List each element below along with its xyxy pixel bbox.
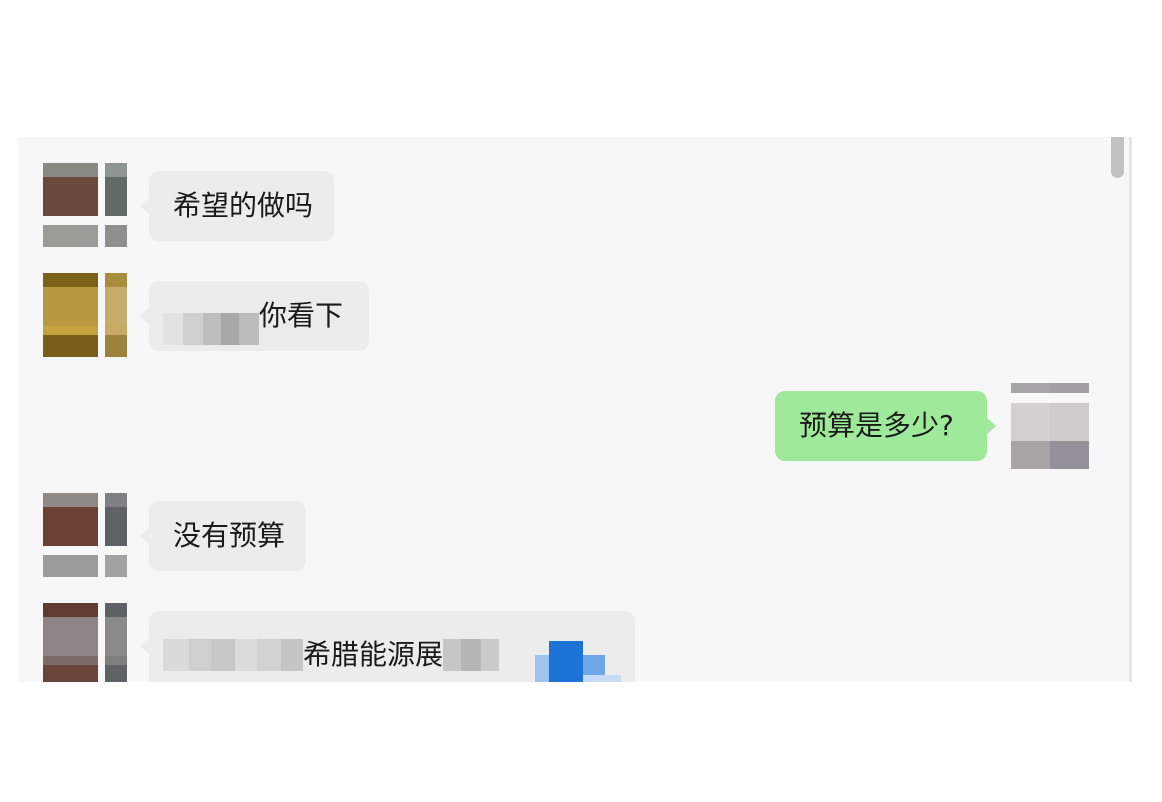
redacted-text bbox=[163, 639, 303, 671]
message-bubble[interactable]: 希望的做吗 bbox=[140, 171, 334, 241]
avatar[interactable] bbox=[43, 273, 127, 357]
redacted-text bbox=[443, 639, 500, 671]
avatar[interactable] bbox=[43, 493, 127, 577]
message-bubble[interactable]: 希腊能源展 bbox=[140, 611, 635, 682]
redacted-text bbox=[163, 301, 259, 345]
chat-panel[interactable]: 希望的做吗 你看下 预算是多少? 没有预算 希腊能源展 bbox=[18, 137, 1132, 682]
message-text: 希望的做吗 bbox=[173, 189, 314, 222]
message-text: 没有预算 bbox=[173, 519, 286, 552]
panel-border bbox=[1129, 137, 1132, 682]
message-bubble[interactable]: 没有预算 bbox=[140, 501, 306, 571]
image-thumbnail[interactable] bbox=[535, 641, 623, 682]
my-avatar[interactable] bbox=[1011, 383, 1089, 469]
message-text: 预算是多少? bbox=[799, 409, 954, 442]
message-text: 你看下 bbox=[259, 299, 344, 332]
message-bubble[interactable]: 你看下 bbox=[140, 281, 369, 351]
message-text: 希腊能源展 bbox=[303, 638, 444, 671]
avatar[interactable] bbox=[43, 603, 127, 682]
message-bubble[interactable]: 预算是多少? bbox=[775, 391, 996, 461]
scrollbar-thumb[interactable] bbox=[1111, 137, 1124, 178]
avatar[interactable] bbox=[43, 163, 127, 247]
